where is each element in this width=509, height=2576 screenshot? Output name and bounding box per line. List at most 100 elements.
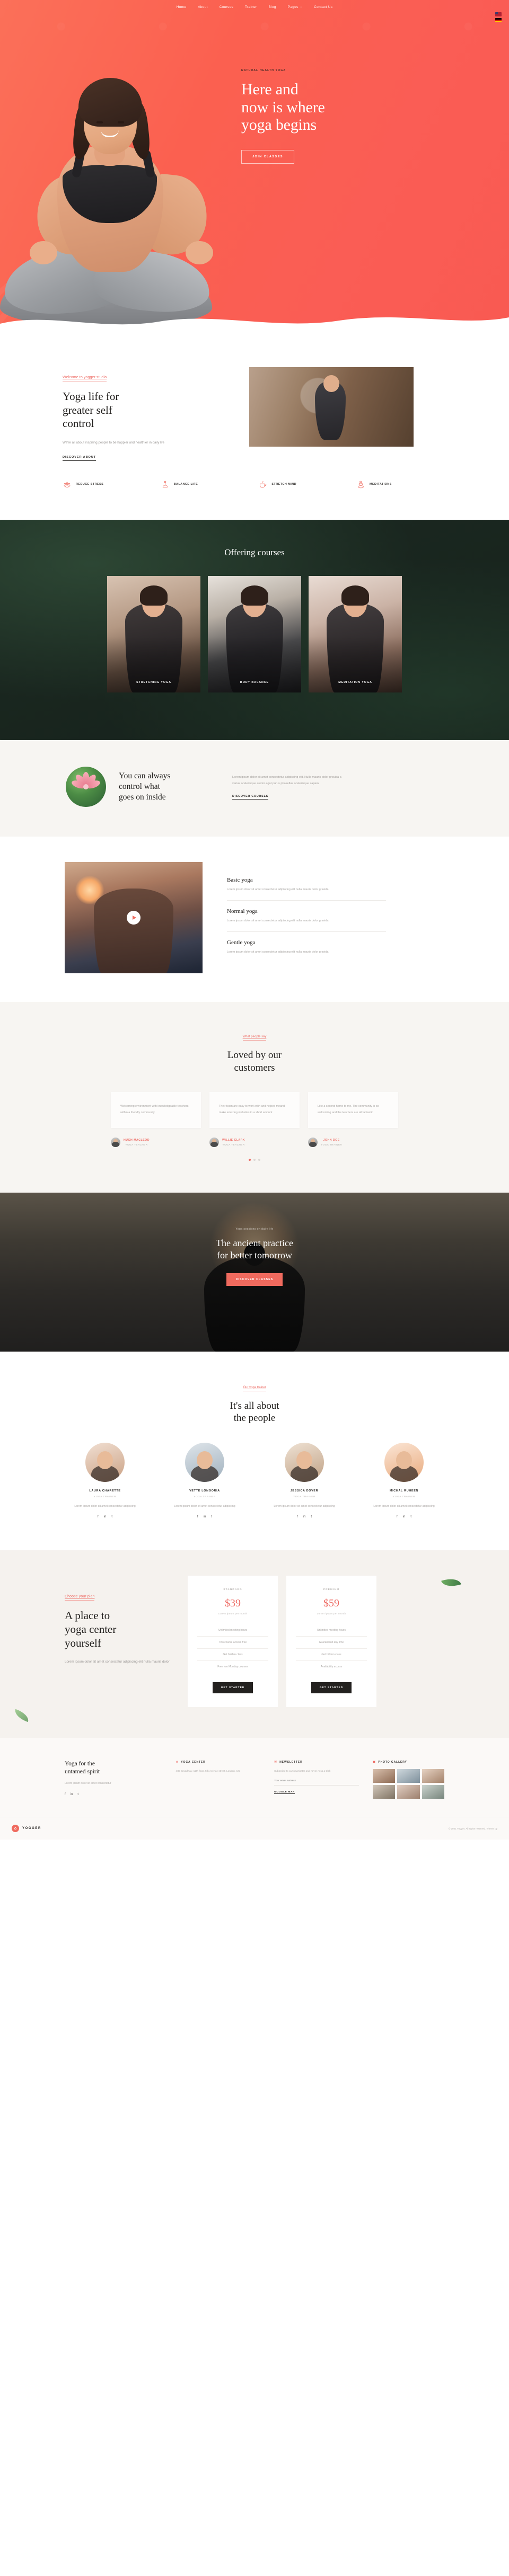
discover-courses-link[interactable]: DISCOVER COURSES (232, 795, 269, 800)
team-title-line-2: the people (233, 1413, 276, 1424)
course-card[interactable]: STRETCHING YOGA (107, 575, 200, 692)
list-item[interactable]: Normal yoga Lorem ipsum dolor sit amet c… (227, 901, 386, 932)
linkedin-icon[interactable]: in (104, 1515, 107, 1518)
member-social-links[interactable]: f in t (60, 1515, 150, 1518)
nav-item-trainer[interactable]: Trainer (245, 5, 257, 9)
footer-subtext: Lorem ipsum dolor sit amet consectetur (65, 1782, 111, 1786)
courses-section: Offering courses STRETCHING YOGA BODY BA… (0, 519, 509, 740)
discover-about-link[interactable]: DISCOVER ABOUT (63, 456, 96, 461)
facebook-icon[interactable]: f (197, 1515, 198, 1518)
carousel-dot-2[interactable] (253, 1158, 256, 1161)
testimonial-authors: HUGH MACLEOD YOGA TEACHER WILLIE CLARK Y… (53, 1137, 456, 1147)
page-title: Here and now is where yoga begins (241, 81, 416, 134)
facebook-icon[interactable]: f (397, 1515, 398, 1518)
play-button[interactable] (127, 910, 141, 925)
plan-feature: Unlimited meeting hours (197, 1624, 268, 1637)
testimonials-eyebrow[interactable]: What people say (242, 1035, 267, 1041)
linkedin-icon[interactable]: in (204, 1515, 206, 1518)
linkedin-icon[interactable]: in (71, 1793, 73, 1796)
hero-title-line-3: yoga begins (241, 116, 317, 134)
join-classes-button[interactable]: JOIN CLASSES (241, 149, 294, 164)
hero-content: NATURAL HEALTH YOGA Here and now is wher… (241, 0, 416, 164)
list-item[interactable]: Gentle yoga Lorem ipsum dolor sit amet c… (227, 932, 386, 963)
testimonial-text: Welcoming environment with knowledgeable… (120, 1105, 189, 1114)
flag-us-icon[interactable] (495, 12, 502, 16)
facebook-icon[interactable]: f (98, 1515, 99, 1518)
feature-list: REDUCE STRESS BALANCE LIFE STRETCH MIND … (53, 461, 456, 520)
plan-tag: PREMIUM (323, 1588, 340, 1592)
facebook-icon[interactable]: f (65, 1793, 66, 1796)
nav-item-about[interactable]: About (198, 5, 208, 9)
feature-meditations[interactable]: MEDITATIONS (356, 480, 446, 489)
team-member[interactable]: VETTE LONGORIA YOGA TRAINER Lorem ipsum … (160, 1443, 250, 1518)
member-description: Lorem ipsum dolor sit amet consectetur a… (74, 1505, 136, 1508)
gallery-thumbnail[interactable] (372, 1769, 396, 1783)
team-member[interactable]: JESSICA DOVER YOGA TRAINER Lorem ipsum d… (259, 1443, 349, 1518)
discover-classes-button[interactable]: DISCOVER CLASSES (226, 1273, 283, 1286)
pricing-section: Choose your plan A place to yoga center … (0, 1550, 509, 1738)
flag-de-icon[interactable] (495, 18, 502, 22)
brand-logo[interactable]: ✿ YOGGER (12, 1825, 41, 1833)
pricing-plan-standard: STANDARD $39 Lorem ipsum per month Unlim… (188, 1576, 278, 1708)
pricing-eyebrow-link[interactable]: Choose your plan (65, 1595, 95, 1601)
gallery-thumbnail[interactable] (397, 1785, 420, 1799)
language-switcher[interactable] (495, 12, 502, 22)
team-title-line-1: It's all about (230, 1400, 279, 1411)
twitter-icon[interactable]: t (410, 1515, 411, 1518)
gallery-thumbnail[interactable] (422, 1769, 444, 1783)
feature-stretch-mind[interactable]: STRETCH MIND (258, 480, 348, 489)
video-thumbnail[interactable] (65, 861, 203, 973)
footer-column-title: YOGA CENTER (181, 1760, 206, 1764)
member-name: JESSICA DOVER (290, 1489, 319, 1493)
team-eyebrow[interactable]: Our yoga trainer (243, 1386, 266, 1391)
newsletter-text: Subscribe to our newsletter and never mi… (274, 1770, 331, 1773)
twitter-icon[interactable]: t (111, 1515, 112, 1518)
course-card-list: STRETCHING YOGA BODY BALANCE MEDITATION … (0, 575, 509, 692)
get-started-button[interactable]: GET STARTED (311, 1682, 352, 1694)
facebook-icon[interactable]: f (297, 1515, 298, 1518)
feature-reduce-stress[interactable]: REDUCE STRESS (63, 480, 153, 489)
avatar (185, 1443, 224, 1482)
google-map-link[interactable]: GOOGLE MAP (274, 1790, 295, 1795)
course-card[interactable]: MEDITATION YOGA (309, 575, 402, 692)
team-member[interactable]: LAURA CHARETTE YOGA TRAINER Lorem ipsum … (60, 1443, 150, 1518)
linkedin-icon[interactable]: in (303, 1515, 306, 1518)
carousel-dot-1[interactable] (249, 1158, 251, 1161)
member-social-links[interactable]: f in t (359, 1515, 449, 1518)
envelope-icon: ✉ (274, 1761, 277, 1764)
list-item[interactable]: Basic yoga Lorem ipsum dolor sit amet co… (227, 869, 386, 901)
member-social-links[interactable]: f in t (160, 1515, 250, 1518)
course-card[interactable]: BODY BALANCE (208, 575, 301, 692)
nav-item-home[interactable]: Home (177, 5, 187, 9)
get-started-button[interactable]: GET STARTED (212, 1682, 253, 1694)
nav-item-blog[interactable]: Blog (269, 5, 276, 9)
team-member[interactable]: MICHAL RUHEEN YOGA TRAINER Lorem ipsum d… (359, 1443, 449, 1518)
carousel-dot-3[interactable] (258, 1158, 260, 1161)
footer-social-links[interactable]: f in t (65, 1793, 162, 1796)
team-member-list: LAURA CHARETTE YOGA TRAINER Lorem ipsum … (53, 1443, 456, 1518)
type-description: Lorem ipsum dolor sit amet consectetur a… (227, 887, 329, 891)
gallery-thumbnail[interactable] (372, 1785, 396, 1799)
nav-item-contact-us[interactable]: Contact Us (314, 5, 332, 9)
chevron-down-icon: ⌄ (300, 5, 303, 8)
member-description: Lorem ipsum dolor sit amet consectetur a… (274, 1505, 335, 1508)
feature-balance-life[interactable]: BALANCE LIFE (161, 480, 251, 489)
nav-item-pages[interactable]: Pages ⌄ (288, 5, 302, 9)
plan-price: $59 (323, 1597, 339, 1610)
stacked-stones-icon (356, 480, 365, 489)
author-role: YOGA TEACHER (125, 1143, 148, 1146)
carousel-dots[interactable] (53, 1158, 456, 1161)
testimonial-card: Their team are easy to work with and hel… (209, 1092, 300, 1128)
about-body-text: We're all about inspiring people to be h… (63, 440, 164, 445)
twitter-icon[interactable]: t (77, 1793, 78, 1796)
nav-item-courses[interactable]: Courses (220, 5, 233, 9)
twitter-icon[interactable]: t (211, 1515, 212, 1518)
twitter-icon[interactable]: t (311, 1515, 312, 1518)
about-eyebrow-link[interactable]: Welcome to yogger studio (63, 376, 107, 381)
linkedin-icon[interactable]: in (403, 1515, 406, 1518)
member-social-links[interactable]: f in t (259, 1515, 349, 1518)
newsletter-email-input[interactable] (274, 1780, 359, 1783)
gallery-thumbnail[interactable] (397, 1769, 420, 1783)
author-role: YOGA TRAINER (321, 1143, 343, 1146)
gallery-thumbnail[interactable] (422, 1785, 444, 1799)
